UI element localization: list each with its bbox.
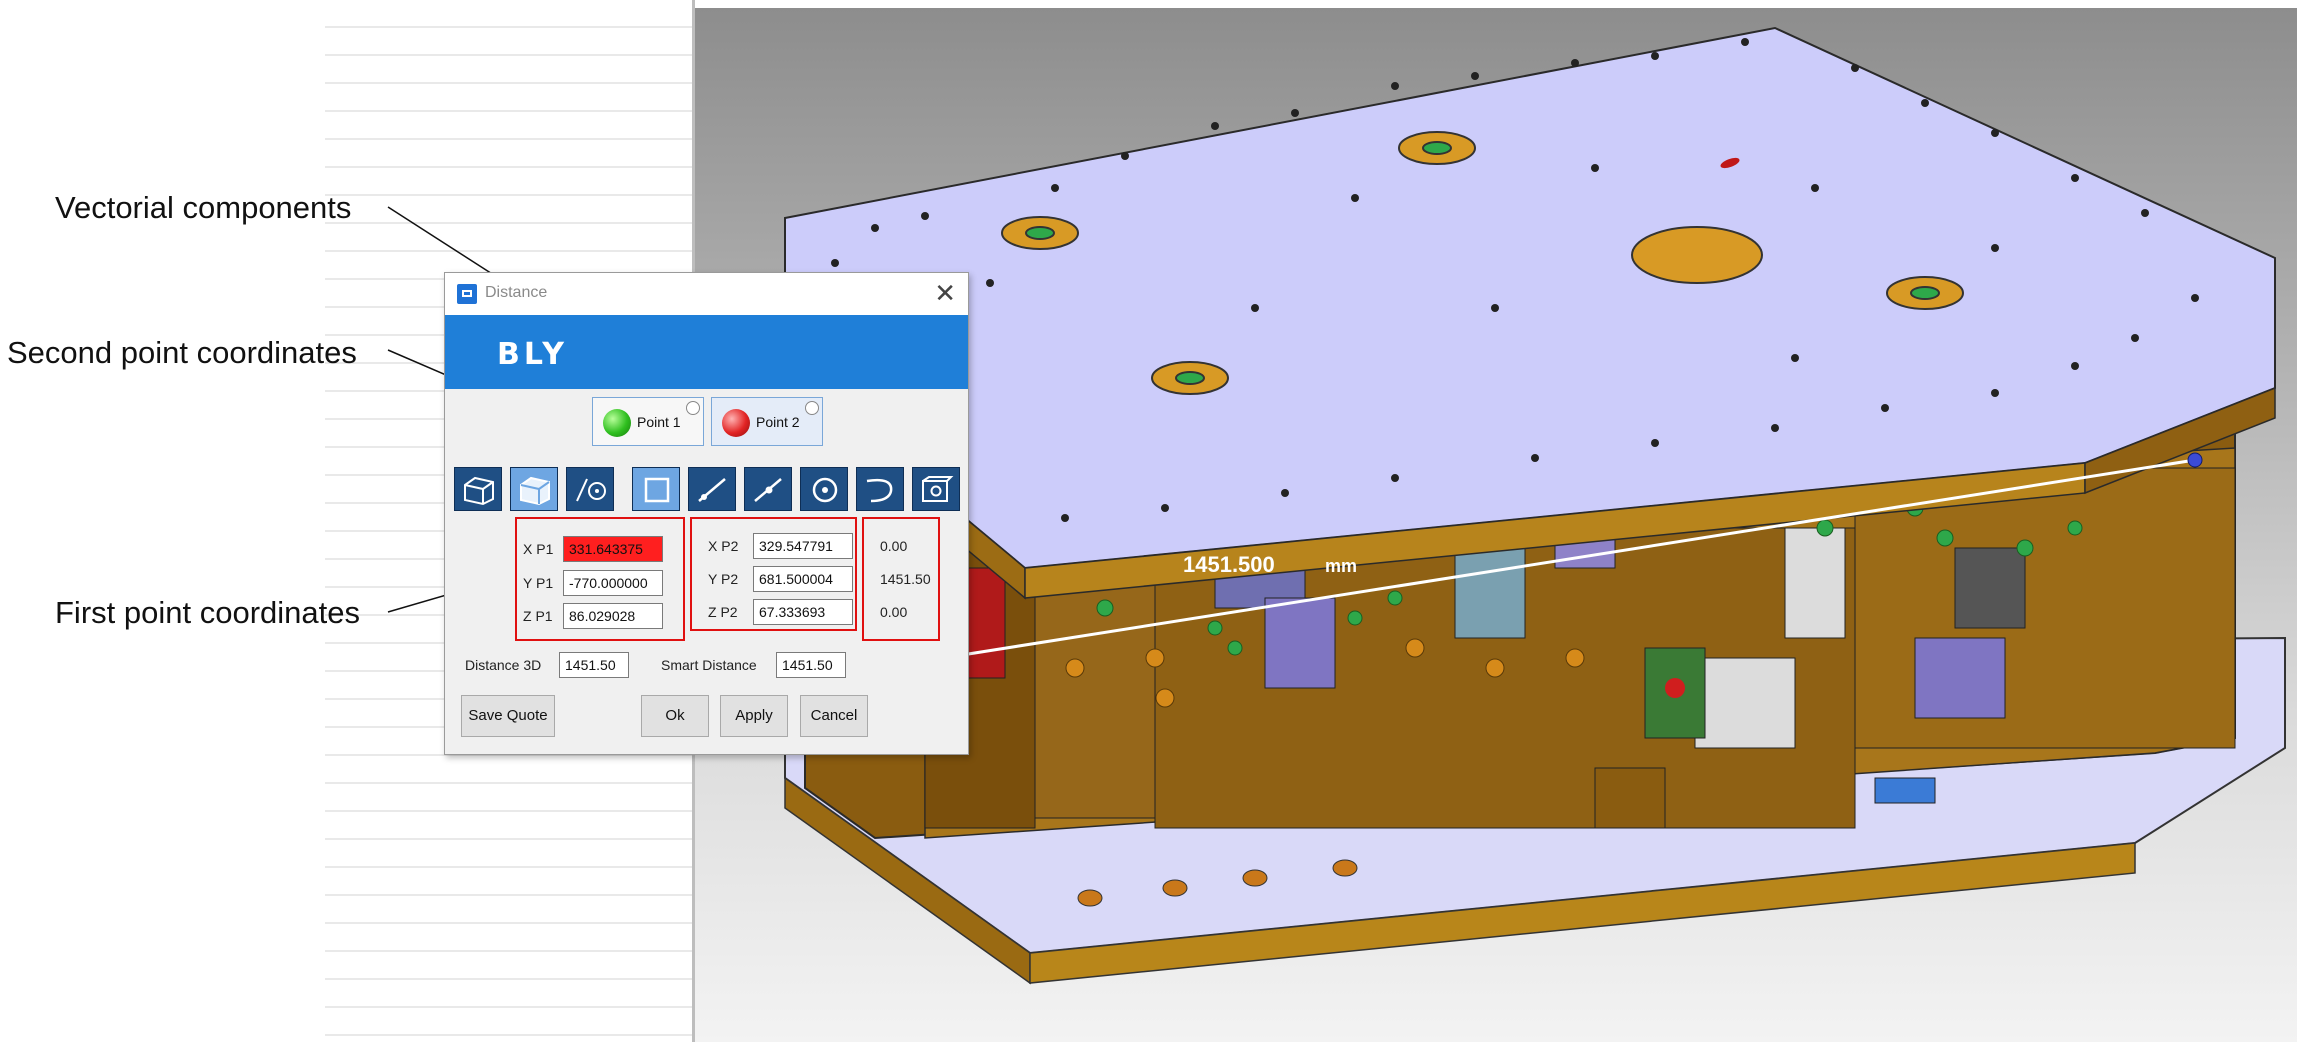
point1-radio[interactable] bbox=[686, 401, 700, 415]
vector-z: 0.00 bbox=[880, 604, 908, 620]
yp2-label: Y P2 bbox=[708, 571, 739, 587]
line-point-alt-icon[interactable] bbox=[744, 467, 792, 511]
distance3d-label: Distance 3D bbox=[465, 657, 542, 673]
app-icon bbox=[457, 284, 477, 304]
point2-radio[interactable] bbox=[805, 401, 819, 415]
callout-second-point: Second point coordinates bbox=[7, 335, 357, 370]
box-hole-icon[interactable] bbox=[912, 467, 960, 511]
point1-label: Point 1 bbox=[637, 414, 681, 430]
dialog-titlebar[interactable]: Distance ✕ bbox=[445, 273, 968, 315]
vector-y: 1451.50 bbox=[880, 571, 931, 587]
yp2-field[interactable] bbox=[753, 566, 853, 592]
bly-logo: BLY bbox=[497, 337, 569, 372]
point2-button[interactable]: Point 2 bbox=[711, 397, 823, 446]
brand-banner: BLY bbox=[445, 315, 968, 389]
zp2-field[interactable] bbox=[753, 599, 853, 625]
xp1-label: X P1 bbox=[523, 541, 554, 557]
bounding-box-icon[interactable] bbox=[454, 467, 502, 511]
distance-dialog: Distance ✕ BLY Point 1 Point 2 X P1 331.… bbox=[444, 272, 969, 755]
square-icon[interactable] bbox=[632, 467, 680, 511]
line-point-icon[interactable] bbox=[688, 467, 736, 511]
dialog-title: Distance bbox=[485, 284, 548, 301]
callout-vectorial-components: Vectorial components bbox=[55, 190, 352, 225]
close-button[interactable]: ✕ bbox=[934, 279, 956, 307]
point2-label: Point 2 bbox=[756, 414, 800, 430]
red-point-icon bbox=[722, 409, 750, 437]
cancel-button[interactable]: Cancel bbox=[800, 695, 868, 737]
arc-icon[interactable] bbox=[856, 467, 904, 511]
measure-value: 1451.500 bbox=[1183, 552, 1275, 577]
smart-distance-field[interactable] bbox=[776, 652, 846, 678]
edge-circle-icon[interactable] bbox=[566, 467, 614, 511]
yp1-label: Y P1 bbox=[523, 575, 554, 591]
zp2-label: Z P2 bbox=[708, 604, 738, 620]
circle-center-icon[interactable] bbox=[800, 467, 848, 511]
xp2-field[interactable] bbox=[753, 533, 853, 559]
xp2-label: X P2 bbox=[708, 538, 739, 554]
zp1-field[interactable] bbox=[563, 603, 663, 629]
box-select-icon[interactable] bbox=[510, 467, 558, 511]
measure-unit: mm bbox=[1325, 556, 1357, 576]
point1-button[interactable]: Point 1 bbox=[592, 397, 704, 446]
apply-button[interactable]: Apply bbox=[720, 695, 788, 737]
distance3d-field[interactable] bbox=[559, 652, 629, 678]
smart-distance-label: Smart Distance bbox=[661, 657, 757, 673]
xp1-field[interactable] bbox=[563, 536, 663, 562]
ok-button[interactable]: Ok bbox=[641, 695, 709, 737]
vector-x: 0.00 bbox=[880, 538, 908, 554]
zp1-label: Z P1 bbox=[523, 608, 553, 624]
yp1-field[interactable] bbox=[563, 570, 663, 596]
save-quote-button[interactable]: Save Quote bbox=[461, 695, 555, 737]
green-point-icon bbox=[603, 409, 631, 437]
callout-first-point: First point coordinates bbox=[55, 595, 360, 630]
